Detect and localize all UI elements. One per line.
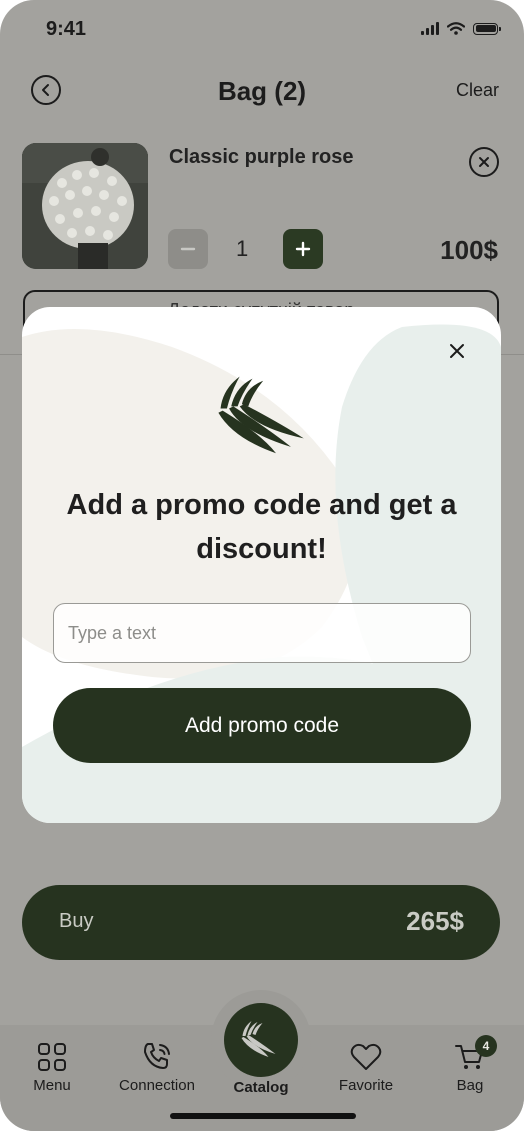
total-price: 265$	[406, 906, 464, 936]
tab-connection-label: Connection	[119, 1077, 195, 1094]
cellular-signal-icon	[421, 22, 439, 35]
plus-icon	[295, 241, 311, 257]
decrease-quantity-button[interactable]	[168, 229, 208, 269]
modal-title: Add a promo code and get a discount!	[66, 489, 457, 565]
product-name[interactable]: Classic purple rose	[169, 145, 369, 170]
tab-bag-label: Bag	[456, 1077, 484, 1094]
product-price: 100$	[440, 235, 498, 265]
wifi-icon	[447, 22, 465, 35]
minus-icon	[180, 247, 196, 251]
buy-button[interactable]: Buy 265$	[22, 885, 500, 960]
phone-icon	[144, 1043, 170, 1069]
tab-menu-label: Menu	[33, 1077, 71, 1094]
remove-item-button[interactable]	[469, 147, 499, 177]
page-title: Bag (2)	[217, 76, 307, 106]
battery-icon	[473, 22, 501, 35]
phone-screen: 9:41 Bag (2) Clear Classic purple rose 1…	[0, 0, 524, 1131]
product-image[interactable]	[22, 143, 148, 269]
close-modal-button[interactable]	[443, 337, 471, 365]
increase-quantity-button[interactable]	[283, 229, 323, 269]
bouquet-photo	[22, 143, 148, 269]
leaf-logo-icon	[218, 376, 304, 454]
tab-bag[interactable]: Bag	[420, 1039, 520, 1094]
promo-code-modal: Add a promo code and get a discount! Add…	[22, 307, 501, 823]
tab-favorite-label: Favorite	[338, 1077, 394, 1094]
quantity-value: 1	[236, 236, 249, 261]
leaf-logo-icon	[241, 1021, 276, 1057]
promo-code-input[interactable]	[53, 603, 471, 663]
status-icons	[421, 22, 501, 35]
tab-menu[interactable]: Menu	[2, 1039, 102, 1094]
tab-catalog-label: Catalog	[233, 1079, 289, 1096]
buy-label: Buy	[59, 910, 94, 932]
heart-icon	[350, 1043, 382, 1070]
tab-connection[interactable]: Connection	[107, 1039, 207, 1094]
clear-button[interactable]: Clear	[456, 80, 499, 101]
close-icon	[450, 344, 464, 358]
home-indicator	[170, 1113, 356, 1119]
tab-favorite[interactable]: Favorite	[316, 1039, 416, 1094]
close-icon	[479, 157, 489, 167]
add-promo-code-button[interactable]: Add promo code	[53, 688, 471, 763]
status-time: 9:41	[46, 18, 87, 40]
grid-icon	[38, 1043, 66, 1071]
bag-count-badge: 4	[475, 1035, 497, 1057]
tab-catalog[interactable]	[224, 1003, 298, 1077]
